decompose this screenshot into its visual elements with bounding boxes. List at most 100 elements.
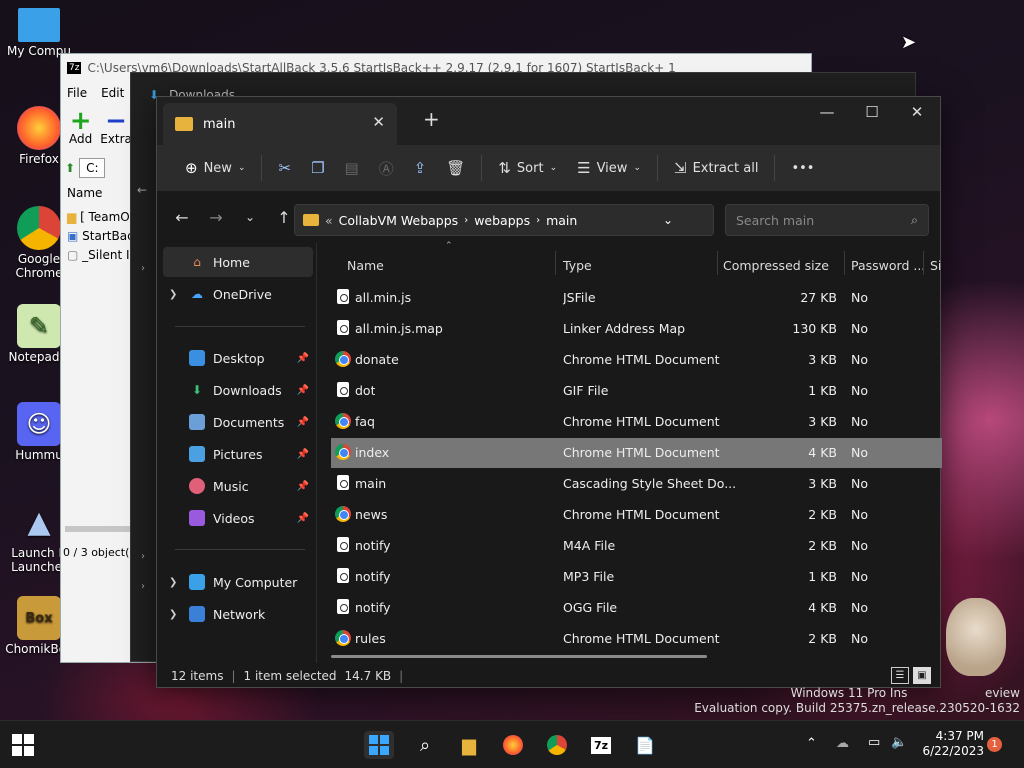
pin-icon[interactable]: 📌 <box>297 417 309 428</box>
column-header-size[interactable]: Si <box>930 251 941 279</box>
back-button[interactable]: ← <box>167 202 197 232</box>
taskbar-start-menu[interactable] <box>364 731 394 759</box>
pin-icon[interactable]: 📌 <box>297 513 309 524</box>
pin-icon[interactable]: 📌 <box>297 385 309 396</box>
sevenzip-scrollbar[interactable] <box>65 526 131 532</box>
breadcrumb-item[interactable]: main <box>546 213 577 228</box>
column-separator[interactable] <box>555 251 556 275</box>
file-row[interactable]: dot GIF File 1 KB No <box>331 376 942 406</box>
rename-button[interactable]: Ⓐ <box>369 151 404 185</box>
cut-button[interactable]: ✂ <box>268 151 301 185</box>
search-input[interactable]: Search main ⌕ <box>725 204 929 236</box>
show-hidden-icons-chevron-up-icon[interactable]: ⌃ <box>806 736 817 751</box>
breadcrumb[interactable]: « CollabVM Webapps › webapps › main ⌄ ↻ <box>294 204 741 236</box>
column-header-name[interactable]: Name <box>347 251 384 279</box>
taskbar-file-explorer[interactable]: ▆ <box>454 731 484 759</box>
sidebar-item-music[interactable]: Music 📌 <box>163 471 313 501</box>
file-row[interactable]: all.min.js.map Linker Address Map 130 KB No <box>331 314 942 344</box>
back-icon[interactable]: ← <box>137 183 147 197</box>
close-tab-icon[interactable]: ✕ <box>372 113 385 131</box>
chevron-right-icon[interactable]: ❯ <box>169 577 177 588</box>
extract-all-button[interactable]: ⇲ Extract all <box>664 151 768 185</box>
recent-locations-button[interactable]: ⌄ <box>235 202 265 232</box>
more-options-button[interactable]: ••• <box>781 151 824 185</box>
new-button[interactable]: ⊕ New ⌄ <box>175 151 255 185</box>
file-row[interactable]: rules Chrome HTML Document 2 KB No <box>331 624 942 654</box>
volume-icon[interactable]: 🔈 <box>891 735 907 750</box>
up-arrow-icon[interactable]: ⬆ <box>65 161 75 175</box>
close-button[interactable]: ✕ <box>894 97 940 127</box>
sidebar-item-documents[interactable]: Documents 📌 <box>163 407 313 437</box>
taskbar-7zip[interactable]: 7z <box>586 731 616 759</box>
column-separator[interactable] <box>844 251 845 275</box>
onedrive-offline-icon[interactable]: ☁ <box>836 736 849 751</box>
sevenzip-path[interactable]: C: <box>79 158 106 178</box>
forward-button[interactable]: → <box>201 202 231 232</box>
sidebar-item-onedrive[interactable]: ❯ ☁ OneDrive <box>163 279 313 309</box>
copy-button[interactable]: ❐ <box>301 151 334 185</box>
view-button[interactable]: ☰ View ⌄ <box>567 151 651 185</box>
file-row[interactable]: notify MP3 File 1 KB No <box>331 562 942 592</box>
tiles-view-icon[interactable]: ▣ <box>913 667 931 684</box>
minimize-button[interactable]: — <box>804 97 850 127</box>
sidebar-item-desktop[interactable]: Desktop 📌 <box>163 343 313 373</box>
horizontal-scrollbar[interactable] <box>331 655 707 658</box>
desktop-icon-my-computer[interactable]: My Compu <box>0 8 78 58</box>
sidebar-item-my-computer[interactable]: ❯ My Computer <box>163 567 313 597</box>
chevron-right-icon[interactable]: › <box>141 263 145 274</box>
pin-icon[interactable]: 📌 <box>297 353 309 364</box>
pin-icon[interactable]: 📌 <box>297 449 309 460</box>
sidebar-item-pictures[interactable]: Pictures 📌 <box>163 439 313 469</box>
explorer-window[interactable]: main ✕ + — ☐ ✕ ⊕ New ⌄ ✂ ❐ ▤ Ⓐ ⇪ 🗑 ⇅ Sor… <box>156 96 942 688</box>
chevron-down-icon[interactable]: ⌄ <box>663 213 673 227</box>
pin-icon[interactable]: 📌 <box>297 481 309 492</box>
paste-button[interactable]: ▤ <box>335 151 369 185</box>
file-row[interactable]: donate Chrome HTML Document 3 KB No <box>331 345 942 375</box>
file-row[interactable]: notify OGG File 4 KB No <box>331 593 942 623</box>
new-tab-button[interactable]: + <box>423 107 440 131</box>
sort-button[interactable]: ⇅ Sort ⌄ <box>488 151 567 185</box>
sidebar-item-downloads[interactable]: ⬇ Downloads 📌 <box>163 375 313 405</box>
chevron-right-icon[interactable]: › <box>141 551 145 562</box>
sevenzip-add-button[interactable]: + Add <box>69 108 92 146</box>
notification-badge[interactable]: 1 <box>987 737 1002 752</box>
chevron-right-icon[interactable]: ❯ <box>169 609 177 620</box>
chrome-icon <box>335 413 351 429</box>
sidebar-item-home[interactable]: ⌂ Home <box>163 247 313 277</box>
file-row[interactable]: faq Chrome HTML Document 3 KB No <box>331 407 942 437</box>
sevenzip-menu-edit[interactable]: Edit <box>101 86 124 100</box>
chevron-right-icon[interactable]: › <box>141 581 145 592</box>
column-header-type[interactable]: Type <box>563 251 592 279</box>
chevron-right-icon[interactable]: ❯ <box>169 289 177 300</box>
network-icon[interactable]: ▭ <box>868 735 880 750</box>
column-separator[interactable] <box>923 251 924 275</box>
delete-button[interactable]: 🗑 <box>436 151 475 185</box>
breadcrumb-overflow[interactable]: « <box>325 213 333 228</box>
column-header-password[interactable]: Password ... <box>851 251 925 279</box>
sidebar-item-network[interactable]: ❯ Network <box>163 599 313 629</box>
start-button[interactable] <box>8 731 38 759</box>
breadcrumb-item[interactable]: CollabVM Webapps <box>339 213 459 228</box>
breadcrumb-item[interactable]: webapps <box>474 213 530 228</box>
taskbar-clock[interactable]: 4:37 PM 6/22/2023 <box>922 729 984 759</box>
sidebar-item-videos[interactable]: Videos 📌 <box>163 503 313 533</box>
file-row[interactable]: main Cascading Style Sheet Do... 3 KB No <box>331 469 942 499</box>
column-separator[interactable] <box>717 251 718 275</box>
sevenzip-menu-file[interactable]: File <box>67 86 87 100</box>
sevenzip-extract-button[interactable]: − Extra <box>100 108 132 146</box>
explorer-tab-main[interactable]: main ✕ <box>163 103 397 145</box>
file-row[interactable]: news Chrome HTML Document 2 KB No <box>331 500 942 530</box>
explorer-titlebar[interactable]: main ✕ + — ☐ ✕ <box>157 97 940 145</box>
column-header-compressed-size[interactable]: Compressed size <box>723 251 829 279</box>
taskbar-chrome[interactable] <box>542 731 572 759</box>
file-row[interactable]: all.min.js JSFile 27 KB No <box>331 283 942 313</box>
sevenzip-column-name[interactable]: Name <box>67 186 102 200</box>
details-view-icon[interactable]: ☰ <box>891 667 909 684</box>
file-row[interactable]: notify M4A File 2 KB No <box>331 531 942 561</box>
taskbar-notepad[interactable]: 📄 <box>630 731 660 759</box>
taskbar-search[interactable]: ⌕ <box>410 731 440 759</box>
share-button[interactable]: ⇪ <box>404 151 437 185</box>
maximize-button[interactable]: ☐ <box>849 97 895 127</box>
taskbar-firefox[interactable] <box>498 731 528 759</box>
file-row[interactable]: index Chrome HTML Document 4 KB No <box>331 438 942 468</box>
